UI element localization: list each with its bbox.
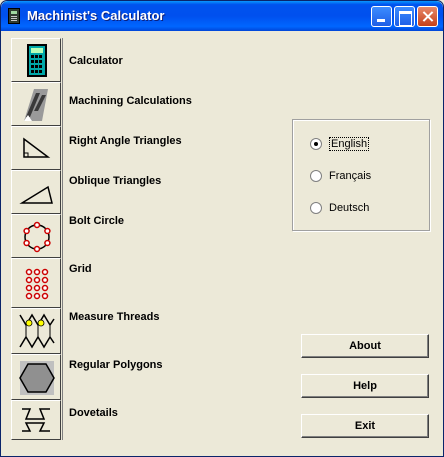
minimize-button[interactable]: [371, 6, 392, 27]
window-title: Machinist's Calculator: [27, 8, 165, 23]
measure-threads-button[interactable]: [11, 308, 61, 354]
right-angle-triangles-label[interactable]: Right Angle Triangles: [69, 135, 182, 147]
grid-label[interactable]: Grid: [69, 263, 92, 275]
drill-bit-icon: [24, 89, 48, 121]
language-english-radio[interactable]: English: [310, 136, 400, 152]
language-francais-label[interactable]: Français: [329, 170, 371, 182]
oblique-triangle-icon: [19, 185, 53, 204]
bolt-circle-label[interactable]: Bolt Circle: [69, 215, 124, 227]
grid-button[interactable]: [11, 258, 61, 308]
close-button[interactable]: [417, 6, 438, 27]
dovetails-button[interactable]: [11, 400, 61, 440]
language-deutsch-radio[interactable]: Deutsch: [310, 200, 400, 216]
maximize-button[interactable]: [394, 6, 415, 27]
language-english-label[interactable]: English: [329, 137, 370, 151]
regular-polygons-label[interactable]: Regular Polygons: [69, 359, 163, 371]
oblique-triangles-button[interactable]: [11, 170, 61, 214]
regular-polygons-button[interactable]: [11, 354, 61, 400]
tool-sidebar: [11, 38, 63, 440]
hexagon-icon: [19, 361, 55, 395]
right-angle-triangles-button[interactable]: [11, 126, 61, 170]
bolt-circle-icon: [23, 221, 51, 253]
calculator-button[interactable]: [11, 38, 61, 82]
language-deutsch-label[interactable]: Deutsch: [329, 202, 369, 214]
grid-icon: [25, 268, 49, 300]
about-button[interactable]: About: [301, 334, 429, 358]
oblique-triangles-label[interactable]: Oblique Triangles: [69, 175, 161, 187]
measure-threads-label[interactable]: Measure Threads: [69, 311, 159, 323]
app-icon[interactable]: [8, 8, 20, 24]
calculator-label[interactable]: Calculator: [69, 55, 123, 67]
radio-button-checked[interactable]: [310, 138, 322, 150]
main-window: Machinist's Calculator Calculator Machin…: [0, 0, 444, 457]
thread-icon: [19, 313, 55, 349]
dovetail-icon: [22, 408, 50, 432]
calculator-icon: [27, 44, 47, 77]
radio-button[interactable]: [310, 170, 322, 182]
bolt-circle-button[interactable]: [11, 214, 61, 258]
dovetails-label[interactable]: Dovetails: [69, 407, 118, 419]
language-group: English Français Deutsch: [292, 119, 430, 231]
radio-button[interactable]: [310, 202, 322, 214]
title-bar[interactable]: Machinist's Calculator: [1, 1, 443, 31]
machining-calculations-label[interactable]: Machining Calculations: [69, 95, 192, 107]
language-francais-radio[interactable]: Français: [310, 168, 400, 184]
machining-calculations-button[interactable]: [11, 82, 61, 126]
right-triangle-icon: [23, 137, 51, 158]
help-button[interactable]: Help: [301, 374, 429, 398]
exit-button[interactable]: Exit: [301, 414, 429, 438]
